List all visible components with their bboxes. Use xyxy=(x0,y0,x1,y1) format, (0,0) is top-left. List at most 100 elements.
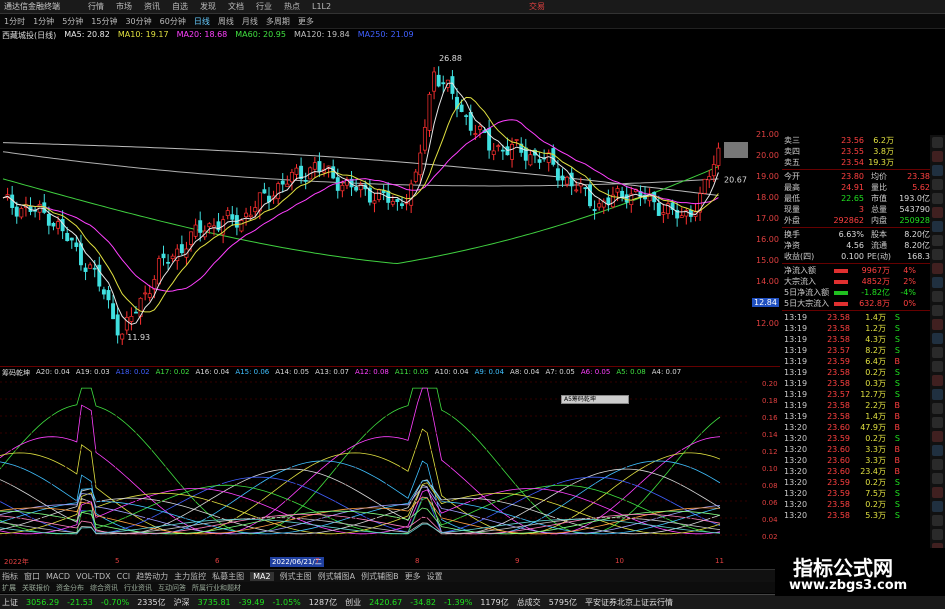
tick-row[interactable]: 13:20 23.58 5.3万 S xyxy=(782,510,930,521)
period-8[interactable]: 月线 xyxy=(242,16,258,27)
sz-index-label[interactable]: 沪深 xyxy=(174,597,190,608)
period-0[interactable]: 1分时 xyxy=(4,16,25,27)
tick-row[interactable]: 13:20 23.59 7.5万 S xyxy=(782,488,930,499)
side-tool-icon[interactable] xyxy=(932,347,943,358)
side-tool-icon[interactable] xyxy=(932,417,943,428)
period-10[interactable]: 更多 xyxy=(298,16,314,27)
info-tab-2[interactable]: 资金分布 xyxy=(56,583,84,593)
tab-10[interactable]: 例式辅图A xyxy=(318,571,355,582)
tab-13[interactable]: 设置 xyxy=(427,571,443,582)
side-tool-icon[interactable] xyxy=(932,165,943,176)
period-5[interactable]: 60分钟 xyxy=(160,16,186,27)
tab-4[interactable]: CCI xyxy=(117,572,131,581)
side-tool-icon[interactable] xyxy=(932,277,943,288)
menu-industry[interactable]: 行业 xyxy=(256,1,272,12)
tab-9[interactable]: 例式主图 xyxy=(280,571,312,582)
tab-7[interactable]: 私募主图 xyxy=(212,571,244,582)
info-tab-0[interactable]: 扩展 xyxy=(2,583,16,593)
side-tool-icon[interactable] xyxy=(932,333,943,344)
side-tool-icon[interactable] xyxy=(932,193,943,204)
tab-2[interactable]: MACD xyxy=(46,572,70,581)
server-name[interactable]: 平安证券北京上证云行情 xyxy=(585,597,673,608)
menu-docs[interactable]: 文档 xyxy=(228,1,244,12)
tick-row[interactable]: 13:19 23.58 1.2万 S xyxy=(782,323,930,334)
period-6[interactable]: 日线 xyxy=(194,16,210,27)
side-tool-icon[interactable] xyxy=(932,501,943,512)
menu-hot[interactable]: 热点 xyxy=(284,1,300,12)
tick-row[interactable]: 13:19 23.58 2.2万 B xyxy=(782,400,930,411)
side-tool-icon[interactable] xyxy=(932,221,943,232)
side-tool-icon[interactable] xyxy=(932,375,943,386)
side-tool-icon[interactable] xyxy=(932,389,943,400)
tick-list[interactable]: 13:19 23.58 1.4万 S 13:19 23.58 1.2万 S 13:19 23.58… xyxy=(782,312,930,521)
period-7[interactable]: 周线 xyxy=(218,16,234,27)
tab-6[interactable]: 主力监控 xyxy=(174,571,206,582)
side-tool-icon[interactable] xyxy=(932,151,943,162)
tab-0[interactable]: 指标 xyxy=(2,571,18,582)
tick-row[interactable]: 13:19 23.57 8.2万 S xyxy=(782,345,930,356)
info-tab-6[interactable]: 所属行业和题材 xyxy=(192,583,241,593)
period-2[interactable]: 5分钟 xyxy=(62,16,83,27)
tab-5[interactable]: 趋势动力 xyxy=(136,571,168,582)
trade-button[interactable]: 交易 xyxy=(529,1,545,12)
period-4[interactable]: 30分钟 xyxy=(125,16,151,27)
candle-body xyxy=(280,180,285,185)
tab-3[interactable]: VOL-TDX xyxy=(76,572,111,581)
tick-row[interactable]: 13:20 23.60 47.9万 B xyxy=(782,422,930,433)
cy-index-label[interactable]: 创业 xyxy=(345,597,361,608)
period-9[interactable]: 多周期 xyxy=(266,16,290,27)
period-3[interactable]: 15分钟 xyxy=(91,16,117,27)
tick-row[interactable]: 13:20 23.58 0.2万 S xyxy=(782,499,930,510)
candlestick-chart[interactable]: 26.88 11.93 20.67 xyxy=(0,42,750,352)
side-tool-icon[interactable] xyxy=(932,515,943,526)
side-tool-icon[interactable] xyxy=(932,305,943,316)
tick-row[interactable]: 13:19 23.58 0.2万 S xyxy=(782,367,930,378)
sh-index-label[interactable]: 上证 xyxy=(2,597,18,608)
side-tool-icon[interactable] xyxy=(932,263,943,274)
side-tool-icon[interactable] xyxy=(932,403,943,414)
side-tool-icon[interactable] xyxy=(932,431,943,442)
tick-row[interactable]: 13:20 23.60 3.3万 B xyxy=(782,455,930,466)
tick-row[interactable]: 13:19 23.58 0.3万 S xyxy=(782,378,930,389)
menu-l1l2[interactable]: L1L2 xyxy=(312,2,331,11)
side-tool-icon[interactable] xyxy=(932,249,943,260)
side-tool-icon[interactable] xyxy=(932,361,943,372)
menu-discover[interactable]: 发现 xyxy=(200,1,216,12)
menu-watchlist[interactable]: 自选 xyxy=(172,1,188,12)
menu-news[interactable]: 资讯 xyxy=(144,1,160,12)
tick-price: 23.57 xyxy=(827,346,850,355)
side-tool-icon[interactable] xyxy=(932,473,943,484)
info-tab-1[interactable]: 关联报价 xyxy=(22,583,50,593)
tick-row[interactable]: 13:20 23.60 3.3万 B xyxy=(782,444,930,455)
tab-8[interactable]: MA2 xyxy=(250,571,274,581)
tick-row[interactable]: 13:20 23.59 0.2万 S xyxy=(782,477,930,488)
menu-quotes[interactable]: 行情 xyxy=(88,1,104,12)
tick-row[interactable]: 13:19 23.58 4.3万 S xyxy=(782,334,930,345)
tick-row[interactable]: 13:19 23.58 1.4万 B xyxy=(782,411,930,422)
tick-row[interactable]: 13:19 23.58 1.4万 S xyxy=(782,312,930,323)
side-tool-icon[interactable] xyxy=(932,459,943,470)
side-tool-icon[interactable] xyxy=(932,319,943,330)
tick-row[interactable]: 13:20 23.59 0.2万 S xyxy=(782,433,930,444)
tab-1[interactable]: 窗口 xyxy=(24,571,40,582)
side-tool-icon[interactable] xyxy=(932,445,943,456)
tick-row[interactable]: 13:19 23.57 12.7万 S xyxy=(782,389,930,400)
side-tool-icon[interactable] xyxy=(932,235,943,246)
tick-row[interactable]: 13:19 23.59 6.4万 B xyxy=(782,356,930,367)
side-tool-icon[interactable] xyxy=(932,291,943,302)
side-tool-icon[interactable] xyxy=(932,179,943,190)
tab-12[interactable]: 更多 xyxy=(405,571,421,582)
tick-volume: 0.2万 xyxy=(865,368,886,377)
info-tab-4[interactable]: 行业资讯 xyxy=(124,583,152,593)
info-tab-3[interactable]: 综合资讯 xyxy=(90,583,118,593)
tab-11[interactable]: 例式辅图B xyxy=(361,571,399,582)
info-tab-5[interactable]: 互动问答 xyxy=(158,583,186,593)
side-tool-icon[interactable] xyxy=(932,529,943,540)
period-1[interactable]: 1分钟 xyxy=(33,16,54,27)
menu-market[interactable]: 市场 xyxy=(116,1,132,12)
side-tool-icon[interactable] xyxy=(932,487,943,498)
tick-row[interactable]: 13:20 23.60 23.4万 B xyxy=(782,466,930,477)
indicator-chart[interactable] xyxy=(0,380,750,555)
side-tool-icon[interactable] xyxy=(932,137,943,148)
side-tool-icon[interactable] xyxy=(932,207,943,218)
